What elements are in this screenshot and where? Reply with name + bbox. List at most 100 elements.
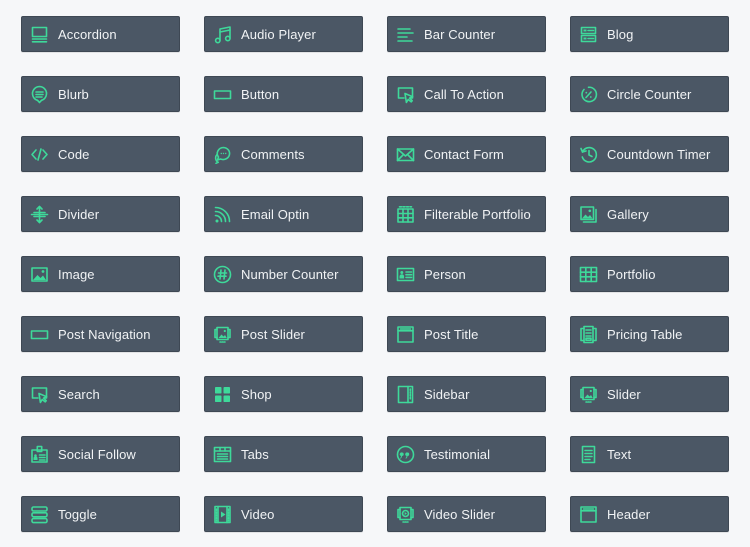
module-video-slider[interactable]: Video Slider	[387, 496, 546, 532]
module-label: Social Follow	[58, 446, 136, 462]
module-label: Bar Counter	[424, 26, 496, 42]
module-label: Number Counter	[241, 266, 339, 282]
module-blurb[interactable]: Blurb	[21, 76, 180, 112]
toggle-icon	[30, 505, 49, 524]
slider-icon	[579, 385, 598, 404]
envelope-icon	[396, 145, 415, 164]
module-gallery[interactable]: Gallery	[570, 196, 729, 232]
module-label: Search	[58, 386, 100, 402]
module-video[interactable]: Video	[204, 496, 363, 532]
tabs-icon	[213, 445, 232, 464]
module-email-optin[interactable]: Email Optin	[204, 196, 363, 232]
module-code[interactable]: Code	[21, 136, 180, 172]
module-circle-counter[interactable]: Circle Counter	[570, 76, 729, 112]
module-person[interactable]: Person	[387, 256, 546, 292]
image-icon	[30, 265, 49, 284]
module-label: Post Title	[424, 326, 479, 342]
module-social-follow[interactable]: Social Follow	[21, 436, 180, 472]
circle-counter-icon	[579, 85, 598, 104]
module-search[interactable]: Search	[21, 376, 180, 412]
module-testimonial[interactable]: Testimonial	[387, 436, 546, 472]
header-icon	[579, 505, 598, 524]
blurb-icon	[30, 85, 49, 104]
module-label: Testimonial	[424, 446, 491, 462]
module-label: Person	[424, 266, 466, 282]
blog-icon	[579, 25, 598, 44]
divider-icon	[30, 205, 49, 224]
rss-icon	[213, 205, 232, 224]
module-audio-player[interactable]: Audio Player	[204, 16, 363, 52]
countdown-timer-icon	[579, 145, 598, 164]
module-filterable-portfolio[interactable]: Filterable Portfolio	[387, 196, 546, 232]
module-post-slider[interactable]: Post Slider	[204, 316, 363, 352]
module-label: Divider	[58, 206, 100, 222]
module-tabs[interactable]: Tabs	[204, 436, 363, 472]
module-label: Sidebar	[424, 386, 470, 402]
module-label: Post Slider	[241, 326, 305, 342]
module-post-navigation[interactable]: Post Navigation	[21, 316, 180, 352]
module-blog[interactable]: Blog	[570, 16, 729, 52]
module-accordion[interactable]: Accordion	[21, 16, 180, 52]
module-slider[interactable]: Slider	[570, 376, 729, 412]
module-label: Text	[607, 446, 632, 462]
module-label: Tabs	[241, 446, 269, 462]
module-label: Code	[58, 146, 90, 162]
module-bar-counter[interactable]: Bar Counter	[387, 16, 546, 52]
quote-icon	[396, 445, 415, 464]
module-label: Toggle	[58, 506, 97, 522]
module-label: Button	[241, 86, 280, 102]
module-post-title[interactable]: Post Title	[387, 316, 546, 352]
module-label: Header	[607, 506, 651, 522]
module-call-to-action[interactable]: Call To Action	[387, 76, 546, 112]
video-slider-icon	[396, 505, 415, 524]
post-title-icon	[396, 325, 415, 344]
music-note-icon	[213, 25, 232, 44]
social-follow-icon	[30, 445, 49, 464]
post-navigation-icon	[30, 325, 49, 344]
module-label: Blog	[607, 26, 634, 42]
person-card-icon	[396, 265, 415, 284]
button-icon	[213, 85, 232, 104]
call-to-action-icon	[396, 85, 415, 104]
module-label: Video	[241, 506, 275, 522]
module-label: Email Optin	[241, 206, 310, 222]
module-header[interactable]: Header	[570, 496, 729, 532]
module-label: Shop	[241, 386, 272, 402]
comments-icon	[213, 145, 232, 164]
text-document-icon	[579, 445, 598, 464]
code-icon	[30, 145, 49, 164]
module-number-counter[interactable]: Number Counter	[204, 256, 363, 292]
module-text[interactable]: Text	[570, 436, 729, 472]
module-divider[interactable]: Divider	[21, 196, 180, 232]
shop-grid-icon	[213, 385, 232, 404]
pricing-table-icon	[579, 325, 598, 344]
module-label: Portfolio	[607, 266, 656, 282]
module-toggle[interactable]: Toggle	[21, 496, 180, 532]
module-label: Accordion	[58, 26, 117, 42]
search-cursor-icon	[30, 385, 49, 404]
module-label: Post Navigation	[58, 326, 151, 342]
module-label: Gallery	[607, 206, 649, 222]
module-label: Pricing Table	[607, 326, 683, 342]
module-grid: Accordion Audio Player Bar Counter Blog Blur…	[21, 16, 729, 532]
film-icon	[213, 505, 232, 524]
module-portfolio[interactable]: Portfolio	[570, 256, 729, 292]
module-button[interactable]: Button	[204, 76, 363, 112]
module-label: Call To Action	[424, 86, 504, 102]
module-label: Slider	[607, 386, 641, 402]
bar-counter-icon	[396, 25, 415, 44]
module-label: Image	[58, 266, 95, 282]
module-pricing-table[interactable]: Pricing Table	[570, 316, 729, 352]
module-sidebar[interactable]: Sidebar	[387, 376, 546, 412]
module-label: Comments	[241, 146, 305, 162]
module-countdown-timer[interactable]: Countdown Timer	[570, 136, 729, 172]
module-comments[interactable]: Comments	[204, 136, 363, 172]
module-image[interactable]: Image	[21, 256, 180, 292]
module-label: Video Slider	[424, 506, 496, 522]
module-shop[interactable]: Shop	[204, 376, 363, 412]
portfolio-grid-icon	[579, 265, 598, 284]
gallery-icon	[579, 205, 598, 224]
sidebar-icon	[396, 385, 415, 404]
filterable-portfolio-icon	[396, 205, 415, 224]
module-contact-form[interactable]: Contact Form	[387, 136, 546, 172]
